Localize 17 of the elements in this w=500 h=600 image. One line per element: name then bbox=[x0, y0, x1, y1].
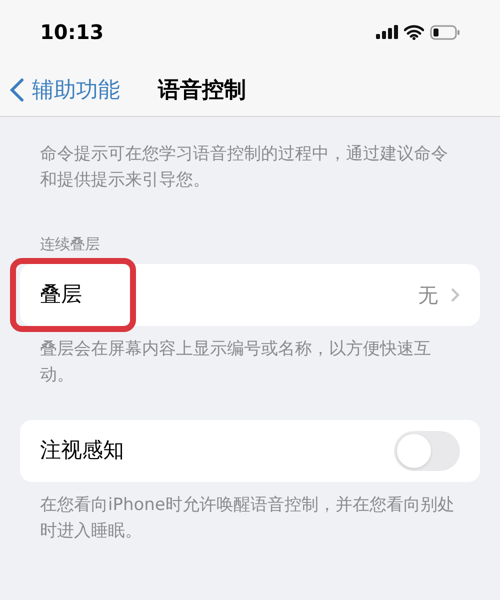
section-footer: 命令提示可在您学习语音控制的过程中，通过建议命令和提供提示来引导您。 bbox=[0, 131, 500, 193]
section-footer: 在您看向iPhone时允许唤醒语音控制，并在您看向别处时进入睡眠。 bbox=[0, 482, 500, 544]
section-header: 连续叠层 bbox=[39, 234, 101, 255]
row-label: 叠层 bbox=[40, 280, 82, 308]
settings-row[interactable]: 叠层 无 bbox=[20, 264, 480, 326]
wifi-icon bbox=[404, 24, 424, 40]
row-value: 无 bbox=[418, 282, 438, 308]
nav-title: 语音控制 bbox=[158, 76, 246, 104]
section-footer: 叠层会在屏幕内容上显示编号或名称，以方便快速互动。 bbox=[0, 326, 500, 388]
row-label: 注视感知 bbox=[40, 436, 124, 464]
signal-icon bbox=[376, 25, 398, 39]
back-button[interactable]: 辅助功能 bbox=[10, 74, 120, 106]
battery-icon bbox=[430, 24, 460, 40]
toggle-switch[interactable] bbox=[394, 430, 460, 470]
chevron-icon bbox=[450, 286, 460, 302]
status-time: 10:13 bbox=[40, 19, 104, 46]
back-chevron-icon bbox=[10, 78, 24, 102]
